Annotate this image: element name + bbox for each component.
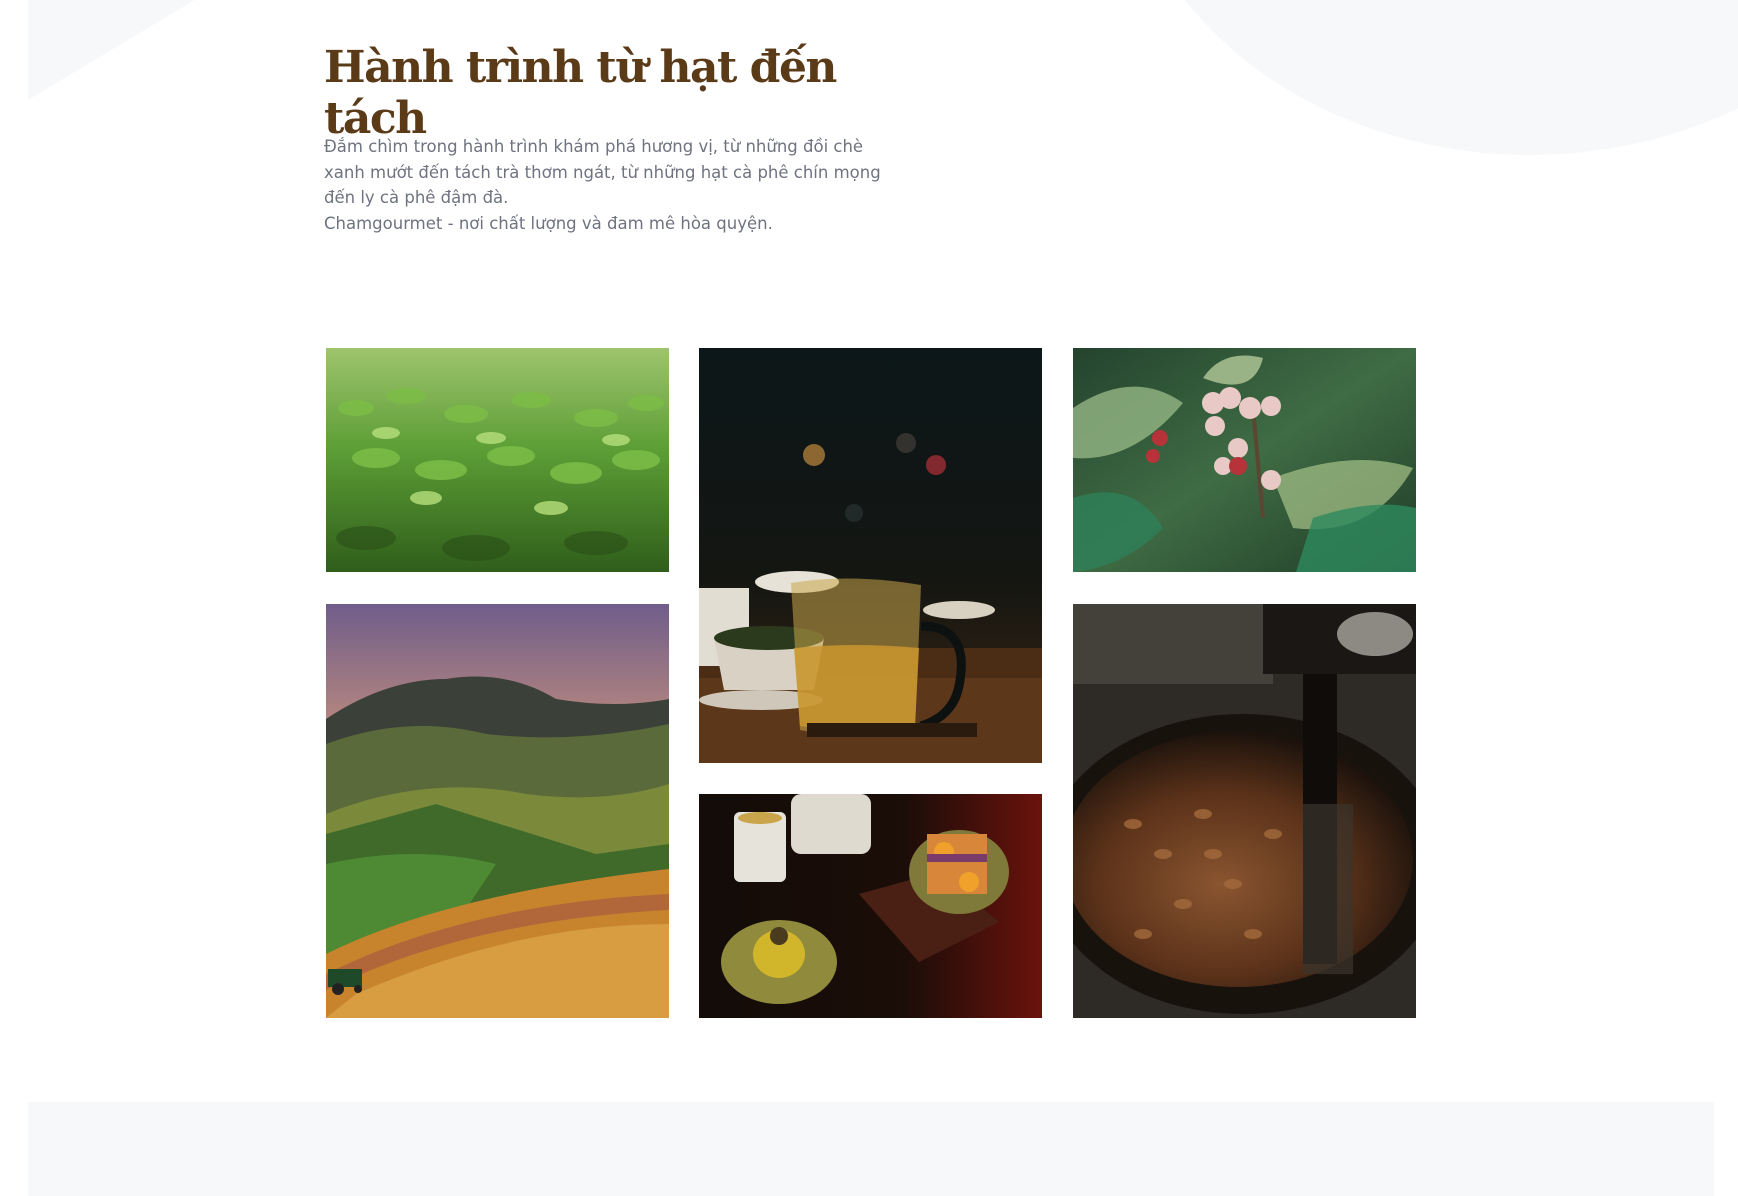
intro-line: đến ly cà phê đậm đà.: [324, 188, 509, 207]
page: Hành trình từ hạt đến tách Đắm chìm tron…: [0, 0, 1738, 1196]
gallery-image-coffee-cherries[interactable]: [1073, 348, 1416, 572]
gallery-image-mooncake-tea[interactable]: [699, 794, 1042, 1018]
gallery-image-coffee-roaster[interactable]: [1073, 604, 1416, 1018]
gallery-image-tea-pitcher[interactable]: [699, 348, 1042, 763]
decorative-shape-left: [28, 0, 238, 100]
gallery-image-tea-field[interactable]: [326, 348, 669, 572]
coffee-roaster-photo: [1073, 604, 1416, 1018]
tea-pitcher-photo: [699, 348, 1042, 763]
section-title: Hành trình từ hạt đến tách: [324, 42, 837, 144]
tea-field-photo: [326, 348, 669, 572]
intro-line: xanh mướt đến tách trà thơm ngát, từ nhữ…: [324, 162, 881, 182]
decorative-circle-right: [1120, 0, 1738, 155]
coffee-cherries-photo: [1073, 348, 1416, 572]
hillside-plantation-photo: [326, 604, 669, 1018]
mooncake-tea-photo: [699, 794, 1042, 1018]
intro-line: Chamgourmet - nơi chất lượng và đam mê h…: [324, 213, 773, 233]
section-intro: Đắm chìm trong hành trình khám phá hương…: [324, 134, 884, 236]
intro-line: Đắm chìm trong hành trình khám phá hương…: [324, 137, 864, 156]
footer-band: [28, 1102, 1714, 1196]
gallery-image-hillside-plantation[interactable]: [326, 604, 669, 1018]
